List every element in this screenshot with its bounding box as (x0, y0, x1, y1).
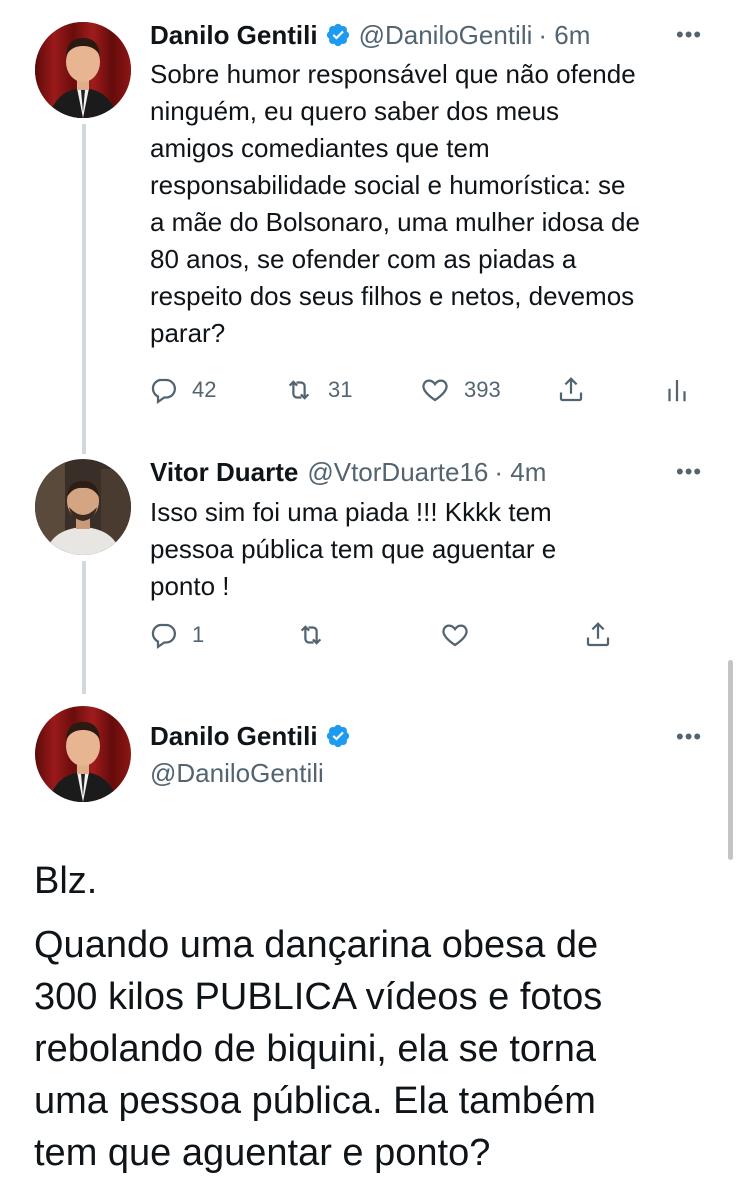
avatar-vitor[interactable] (35, 459, 131, 555)
verified-badge-icon (326, 23, 349, 47)
reply-icon (151, 623, 176, 650)
tweet-text-line: a mãe do Bolsonaro, uma mulher idosa de (150, 207, 640, 237)
like-button[interactable] (440, 620, 470, 650)
author-name[interactable]: Vitor Duarte (150, 456, 298, 488)
verified-badge-icon (326, 724, 349, 748)
scrollbar[interactable] (728, 660, 733, 860)
retweet-icon (300, 625, 322, 645)
more-options-icon[interactable]: ••• (676, 724, 702, 750)
retweet-count: 31 (328, 377, 353, 402)
retweet-button[interactable] (296, 620, 326, 650)
reply-button[interactable]: 42 (148, 375, 216, 405)
tweet-text-line: ponto ! (150, 571, 230, 601)
share-icon (559, 377, 583, 402)
share-icon (586, 622, 610, 647)
reply-icon (151, 378, 176, 405)
avatar-danilo[interactable] (35, 706, 131, 802)
like-count: 393 (464, 377, 501, 402)
tweet-text-line: Sobre humor responsável que não ofende (150, 59, 636, 89)
thread-line (82, 561, 86, 694)
author-name[interactable]: Danilo Gentili (150, 720, 318, 752)
share-button[interactable] (556, 375, 586, 405)
reply-count: 42 (192, 377, 217, 402)
author-handle[interactable]: @DaniloGentili (150, 757, 324, 789)
analytics-button[interactable] (662, 375, 692, 405)
tweet3-handle-row: @DaniloGentili (150, 757, 324, 789)
tweet-text-line: Isso sim foi uma piada !!! Kkkk tem (150, 497, 552, 527)
like-button[interactable]: 393 (420, 375, 501, 405)
author-name[interactable]: Danilo Gentili (150, 19, 318, 51)
reply-count: 1 (192, 622, 205, 647)
retweet-icon (288, 380, 310, 400)
avatar-danilo[interactable] (35, 22, 131, 118)
tweet-text-line: 300 kilos PUBLICA vídeos e fotos (34, 976, 603, 1018)
like-icon (442, 624, 468, 647)
more-options-icon[interactable]: ••• (676, 22, 702, 48)
tweet-timestamp[interactable]: · 4m (494, 456, 546, 488)
thread-line (82, 124, 86, 454)
retweet-button[interactable]: 31 (284, 375, 352, 405)
tweet-text-line: tem que aguentar e ponto? (34, 1132, 491, 1174)
tweet-text-line: pessoa pública tem que aguentar e (150, 534, 557, 564)
tweet-timestamp[interactable]: · 6m (538, 19, 590, 51)
tweet-text-line: amigos comediantes que tem (150, 133, 490, 163)
tweet-text-line: ninguém, eu quero saber dos meus (150, 96, 560, 126)
tweet-text-line: respeito dos seus filhos e netos, devemo… (150, 281, 635, 311)
tweet-text-line: 80 anos, se ofender com as piadas a (150, 244, 577, 274)
tweet-text-line: responsabilidade social e humorística: s… (150, 170, 626, 200)
tweet3-paragraph: Blz. (34, 860, 98, 902)
tweet-text-line: parar? (150, 318, 226, 348)
analytics-icon (668, 380, 686, 402)
tweet-text-line: uma pessoa pública. Ela também (34, 1080, 596, 1122)
tweet1-header: Danilo Gentili @DaniloGentili · 6m (150, 19, 590, 51)
reply-button[interactable]: 1 (148, 620, 204, 650)
author-handle[interactable]: @VtorDuarte16 (307, 456, 488, 488)
share-button[interactable] (583, 620, 613, 650)
tweet-text-line: rebolando de biquini, ela se torna (34, 1028, 596, 1070)
like-icon (422, 379, 448, 402)
author-handle[interactable]: @DaniloGentili (359, 19, 533, 51)
tweet-text-line: Quando uma dançarina obesa de (34, 924, 599, 966)
tweet2-header: Vitor Duarte @VtorDuarte16 · 4m (150, 456, 546, 488)
more-options-icon[interactable]: ••• (676, 459, 702, 485)
tweet3-header: Danilo Gentili (150, 720, 359, 752)
